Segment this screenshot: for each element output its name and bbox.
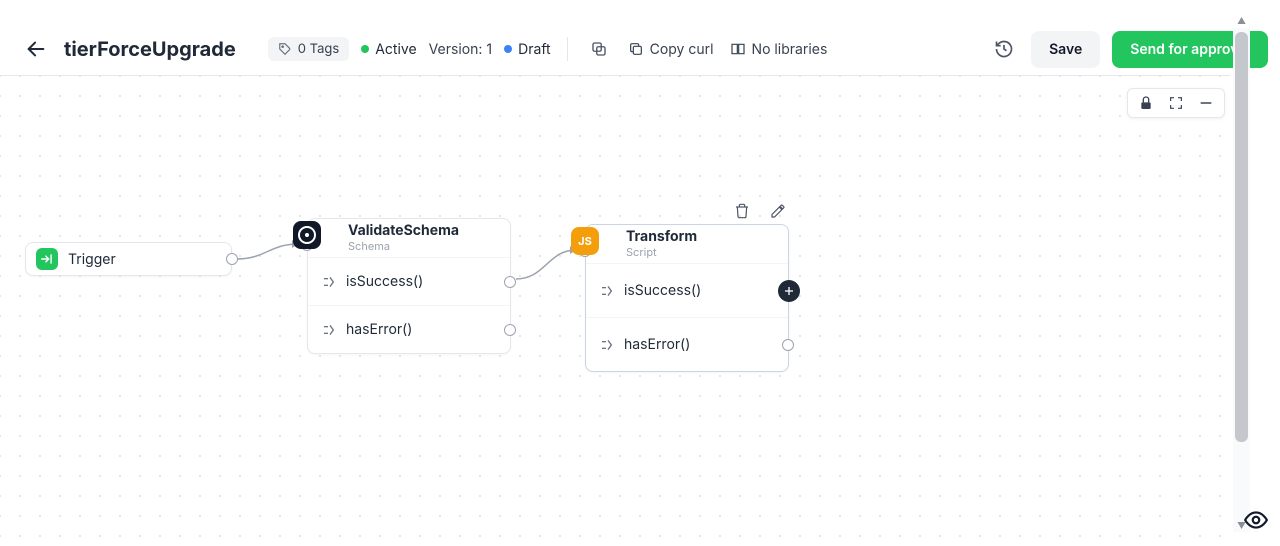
page-title: tierForceUpgrade — [64, 37, 236, 61]
workflow-canvas[interactable]: Trigger ValidateSchema Schema isSuccess(… — [0, 76, 1233, 546]
transform-success-label: isSuccess() — [624, 282, 701, 299]
delete-node-button[interactable] — [733, 202, 751, 220]
save-button[interactable]: Save — [1031, 31, 1100, 68]
lock-button[interactable] — [1136, 93, 1156, 113]
back-button[interactable] — [20, 33, 52, 65]
tags-chip[interactable]: 0 Tags — [268, 37, 349, 61]
trigger-output-port[interactable] — [226, 253, 238, 265]
pencil-icon — [770, 203, 786, 219]
minus-icon — [1198, 95, 1214, 111]
copy-curl-button[interactable]: Copy curl — [626, 37, 716, 62]
validate-branch-error[interactable]: hasError() — [308, 305, 510, 353]
tags-label: 0 Tags — [298, 41, 339, 57]
schema-icon — [293, 221, 321, 249]
vertical-scrollbar[interactable]: ▲ ▼ — [1233, 28, 1250, 532]
validate-success-port[interactable] — [504, 276, 516, 288]
branch-icon — [600, 283, 616, 299]
validate-branch-success[interactable]: isSuccess() — [308, 257, 510, 305]
transform-error-label: hasError() — [624, 336, 690, 353]
trash-icon — [734, 203, 750, 219]
transform-error-port[interactable] — [782, 339, 794, 351]
history-button[interactable] — [989, 34, 1019, 64]
save-label: Save — [1049, 41, 1082, 58]
draft-dot-icon — [504, 45, 512, 53]
js-icon-text: JS — [578, 234, 592, 248]
branch-icon — [322, 322, 338, 338]
status-active-label: Active — [375, 41, 416, 58]
fullscreen-icon — [1168, 95, 1184, 111]
trigger-node[interactable]: Trigger — [25, 242, 232, 276]
lock-icon — [1138, 95, 1154, 111]
draft-label: Draft — [518, 41, 551, 58]
copy-icon — [590, 40, 608, 58]
separator — [567, 37, 568, 61]
status-dot-icon — [361, 45, 369, 53]
canvas-toolbar — [1127, 88, 1225, 118]
book-icon — [730, 41, 746, 57]
fullscreen-button[interactable] — [1166, 93, 1186, 113]
minimize-button[interactable] — [1196, 93, 1216, 113]
scrollbar-thumb[interactable] — [1235, 32, 1248, 442]
validate-success-label: isSuccess() — [346, 273, 423, 290]
trigger-label: Trigger — [68, 251, 116, 268]
top-bar: tierForceUpgrade 0 Tags Active Version: … — [0, 28, 1280, 70]
js-icon: JS — [571, 227, 599, 255]
tag-icon — [278, 42, 292, 56]
transform-title: Transform — [626, 229, 697, 244]
transform-node-header: JS Transform Script — [586, 225, 788, 263]
version-label: Version: 1 — [429, 41, 493, 58]
validate-node-header: ValidateSchema Schema — [308, 219, 510, 257]
validate-schema-node[interactable]: ValidateSchema Schema isSuccess() hasErr… — [307, 218, 511, 354]
transform-node[interactable]: JS Transform Script isSuccess() hasError… — [585, 224, 789, 372]
edit-node-button[interactable] — [769, 202, 787, 220]
arrow-left-icon — [25, 38, 47, 60]
copy-curl-label: Copy curl — [650, 41, 714, 58]
transform-subtitle: Script — [626, 245, 697, 259]
trigger-icon — [36, 248, 58, 270]
branch-icon — [322, 274, 338, 290]
status-draft: Draft — [504, 41, 551, 58]
validate-error-port[interactable] — [504, 324, 516, 336]
history-icon — [994, 39, 1014, 59]
copy-button[interactable] — [584, 34, 614, 64]
status-active: Active — [361, 41, 416, 58]
validate-title: ValidateSchema — [348, 223, 459, 238]
flow-start-icon — [40, 252, 54, 266]
transform-branch-success[interactable]: isSuccess() — [586, 263, 788, 317]
copy-curl-icon — [628, 41, 644, 57]
preview-button[interactable] — [1238, 502, 1274, 538]
transform-node-actions — [733, 202, 787, 220]
scroll-up-arrow-icon[interactable]: ▲ — [1233, 16, 1250, 26]
validate-subtitle: Schema — [348, 239, 459, 253]
libraries-button[interactable]: No libraries — [728, 37, 830, 62]
eye-icon — [1243, 507, 1269, 533]
validate-error-label: hasError() — [346, 321, 412, 338]
plus-icon — [783, 285, 795, 297]
libraries-label: No libraries — [752, 41, 828, 58]
transform-success-add-port[interactable] — [778, 280, 800, 302]
branch-icon — [600, 337, 616, 353]
transform-branch-error[interactable]: hasError() — [586, 317, 788, 371]
